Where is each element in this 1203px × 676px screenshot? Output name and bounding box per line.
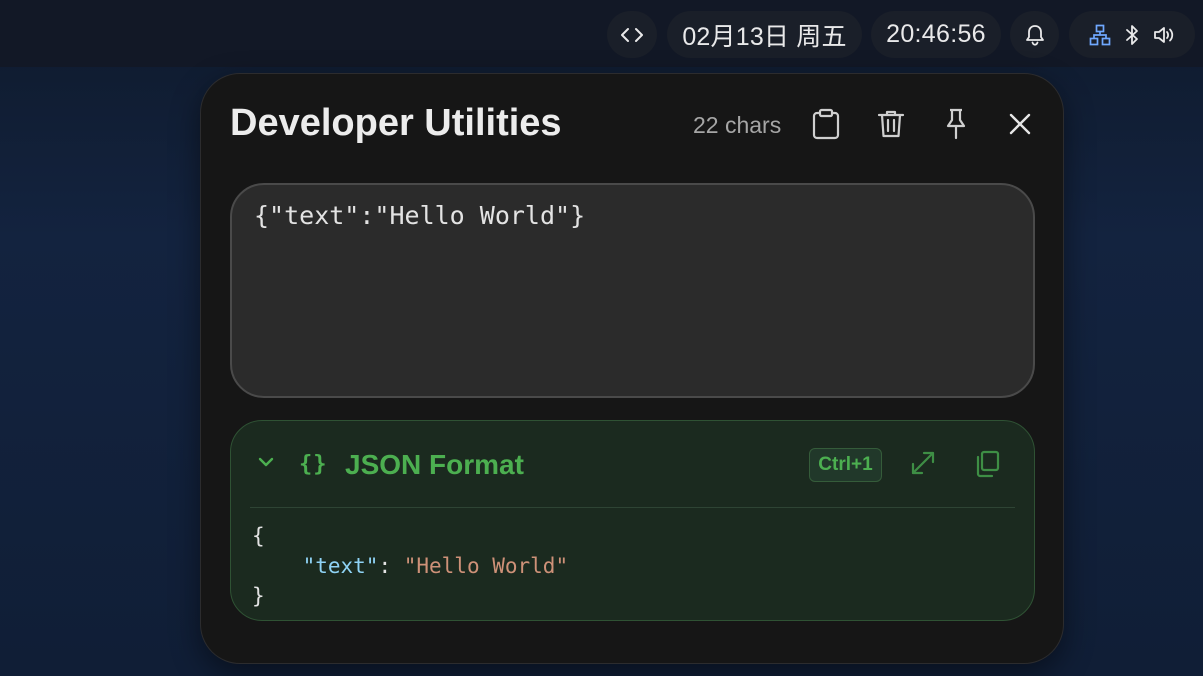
json-card-divider bbox=[250, 507, 1015, 508]
json-open-brace: { bbox=[252, 524, 265, 548]
json-braces-icon: {} bbox=[299, 452, 328, 477]
network-icon[interactable] bbox=[1089, 24, 1111, 46]
panel-title: Developer Utilities bbox=[230, 102, 562, 144]
system-status-tray[interactable] bbox=[1069, 11, 1195, 58]
copy-icon[interactable] bbox=[974, 450, 1000, 478]
text-input-area[interactable]: {"text":"Hello World"} bbox=[230, 183, 1035, 398]
shortcut-badge: Ctrl+1 bbox=[809, 448, 882, 482]
time-text: 20:46:56 bbox=[886, 20, 986, 48]
json-format-header[interactable]: {} JSON Format Ctrl+1 bbox=[231, 421, 1034, 507]
chevron-down-icon[interactable] bbox=[257, 456, 275, 468]
clear-button[interactable] bbox=[874, 107, 908, 141]
char-count: 22 chars bbox=[693, 112, 782, 138]
json-key: "text" bbox=[302, 554, 379, 578]
notifications-button[interactable] bbox=[1010, 11, 1059, 58]
trash-icon bbox=[877, 110, 905, 138]
clock-display[interactable]: 20:46:56 bbox=[871, 11, 1001, 58]
pin-button[interactable] bbox=[939, 107, 973, 141]
json-format-card: {} JSON Format Ctrl+1 { "text": "Hello W… bbox=[230, 420, 1035, 621]
json-format-title: JSON Format bbox=[345, 449, 524, 480]
expand-icon[interactable] bbox=[909, 449, 937, 477]
date-text: 02月13日 周五 bbox=[682, 22, 847, 51]
close-button[interactable] bbox=[1003, 107, 1037, 141]
close-icon bbox=[1009, 113, 1031, 135]
paste-button[interactable] bbox=[809, 107, 843, 141]
bell-icon bbox=[1025, 24, 1044, 46]
pin-icon bbox=[946, 108, 966, 140]
developer-utilities-panel: Developer Utilities 22 chars {"text":"He… bbox=[200, 73, 1064, 664]
top-bar: 02月13日 周五 20:46:56 bbox=[0, 0, 1203, 67]
clipboard-paste-icon bbox=[812, 108, 840, 140]
bluetooth-icon[interactable] bbox=[1125, 24, 1139, 46]
dev-tools-button[interactable] bbox=[607, 11, 657, 58]
date-display[interactable]: 02月13日 周五 bbox=[667, 11, 862, 58]
volume-icon[interactable] bbox=[1153, 25, 1175, 45]
json-colon: : bbox=[378, 554, 404, 578]
json-output[interactable]: { "text": "Hello World" } bbox=[252, 521, 568, 611]
code-brackets-icon bbox=[621, 27, 643, 42]
json-value: "Hello World" bbox=[403, 554, 569, 578]
json-close-brace: } bbox=[252, 584, 265, 608]
